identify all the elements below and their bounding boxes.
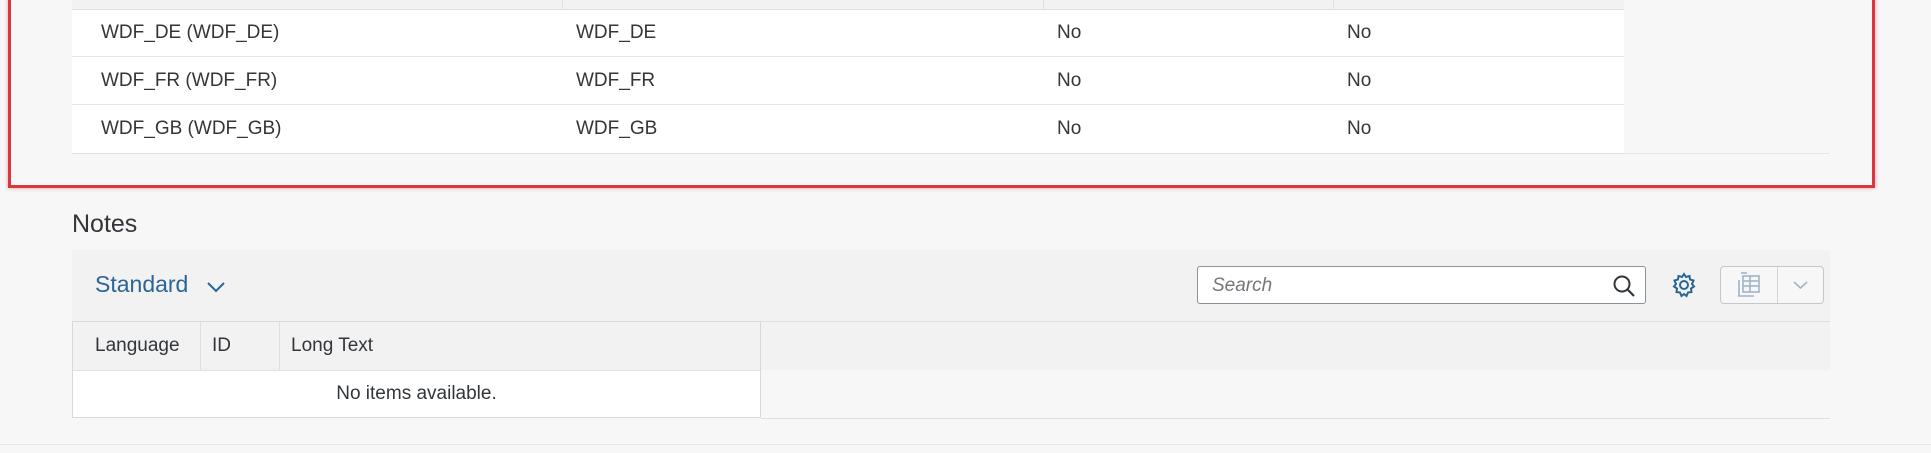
table-row[interactable]: WDF_FR (WDF_FR) WDF_FR No No [72, 57, 1624, 105]
table-cell: WDF_GB (WDF_GB) [101, 118, 282, 139]
spreadsheet-export-icon[interactable] [1721, 267, 1777, 303]
table-cell: WDF_DE (WDF_DE) [101, 22, 280, 43]
table-cell: No [1057, 70, 1082, 91]
search-field [1197, 266, 1646, 305]
divider [200, 322, 201, 370]
table-row[interactable]: WDF_GB (WDF_GB) WDF_GB No No [72, 105, 1624, 152]
notes-title: Notes [72, 210, 138, 238]
column-header-long-text[interactable]: Long Text [291, 322, 373, 370]
table-empty-area [761, 370, 1830, 419]
no-items-message: No items available. [336, 383, 497, 404]
variant-management-button[interactable]: Standard [95, 271, 188, 298]
gear-icon[interactable] [1667, 268, 1701, 302]
search-icon[interactable] [1611, 273, 1637, 299]
table-cell: WDF_FR (WDF_FR) [101, 70, 278, 91]
table-empty-area [761, 321, 1830, 371]
table-cell: WDF_DE [576, 22, 657, 43]
table-cell: No [1057, 118, 1082, 139]
table-cell: No [1347, 70, 1372, 91]
table-cell: No [1347, 118, 1372, 139]
notes-table: Language ID Long Text No items available… [72, 321, 761, 418]
chevron-down-icon[interactable] [1778, 267, 1823, 303]
assignments-table: WDF_DE (WDF_DE) WDF_DE No No WDF_FR (WDF… [72, 0, 1624, 154]
divider [0, 444, 1931, 445]
table-cell: No [1347, 22, 1372, 43]
column-header-language[interactable]: Language [95, 322, 180, 370]
divider [279, 322, 280, 370]
divider [1624, 153, 1829, 154]
table-cell: WDF_FR [576, 70, 656, 91]
export-button-group [1720, 266, 1824, 304]
column-header-id[interactable]: ID [212, 322, 231, 370]
table-cell: No [1057, 22, 1082, 43]
search-input[interactable] [1210, 267, 1594, 305]
table-cell: WDF_GB [576, 118, 658, 139]
table-row[interactable]: WDF_DE (WDF_DE) WDF_DE No No [72, 9, 1624, 57]
chevron-down-icon[interactable] [205, 276, 227, 298]
table-empty-area [1624, 0, 1829, 154]
